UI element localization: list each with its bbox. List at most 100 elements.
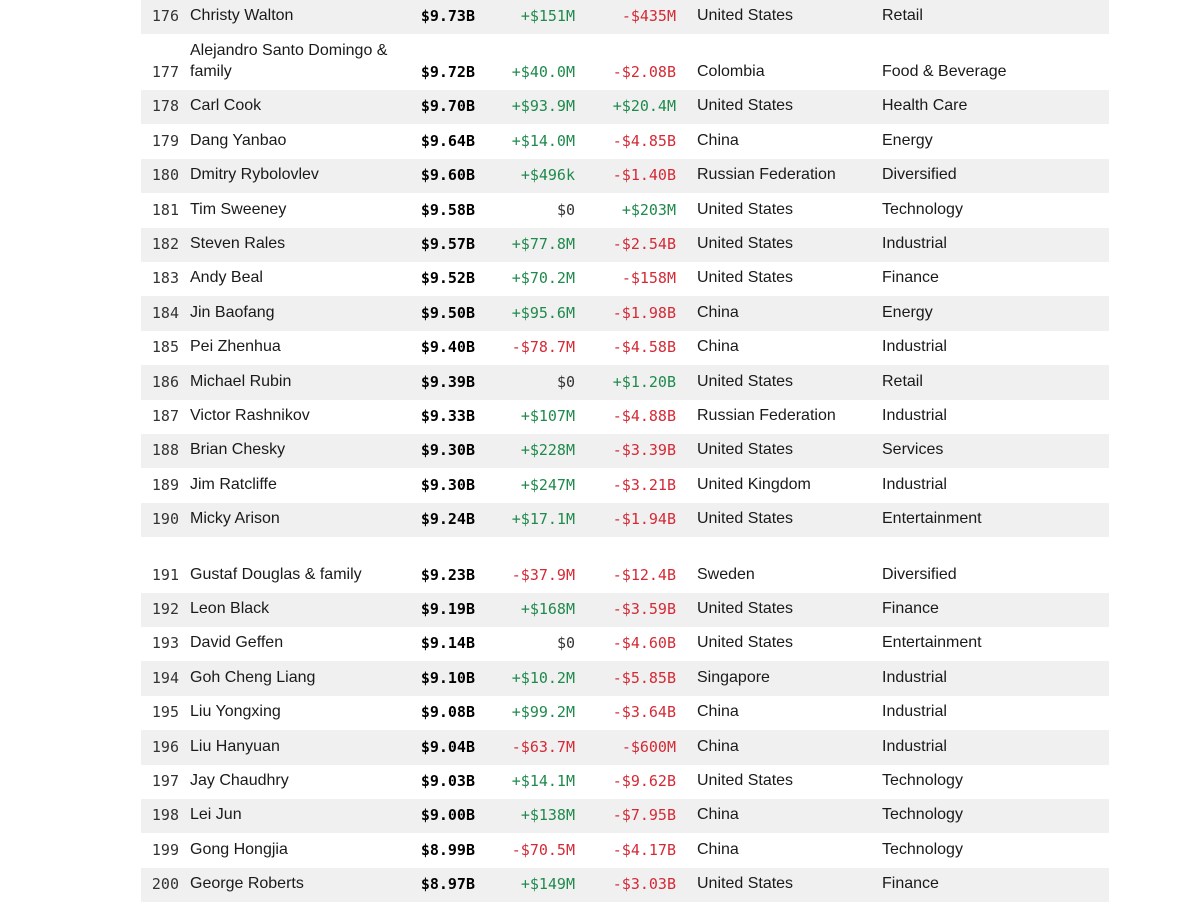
country-cell: United States (697, 510, 794, 528)
name-cell[interactable]: Jin Baofang (190, 302, 400, 323)
table-row[interactable]: 194 Goh Cheng Liang $9.10B +$10.2M -$5.8… (141, 661, 1109, 696)
rank-cell: 186 (151, 372, 179, 391)
name-cell[interactable]: Alejandro Santo Domingo & family (190, 40, 400, 82)
table-row[interactable]: 176 Christy Walton $9.73B +$151M -$435M … (141, 0, 1109, 35)
table-row[interactable]: 179 Dang Yanbao $9.64B +$14.0M -$4.85B C… (141, 124, 1109, 158)
industry-cell: Retail (882, 372, 923, 390)
table-row[interactable]: 189 Jim Ratcliffe $9.30B +$247M -$3.21B … (141, 468, 1109, 502)
industry-cell: Finance (882, 269, 939, 287)
table-row[interactable]: 192 Leon Black $9.19B +$168M -$3.59B Uni… (141, 592, 1109, 628)
last-change-cell: +$17.1M (511, 510, 575, 529)
rank-cell: 196 (151, 737, 179, 756)
name-cell[interactable]: Brian Chesky (190, 439, 400, 460)
industry-cell: Industrial (882, 406, 947, 424)
table-row[interactable]: 196 Liu Hanyuan $9.04B -$63.7M -$600M Ch… (141, 730, 1109, 765)
last-change-cell: +$93.9M (511, 97, 575, 116)
name-cell[interactable]: George Roberts (190, 873, 400, 894)
table-row[interactable]: 183 Andy Beal $9.52B +$70.2M -$158M Unit… (141, 262, 1109, 296)
name-cell[interactable]: David Geffen (190, 632, 400, 653)
name-cell[interactable]: Liu Yongxing (190, 701, 400, 722)
table-row[interactable]: 186 Michael Rubin $9.39B $0 +$1.20B Unit… (141, 365, 1109, 400)
ytd-change-cell: -$9.62B (612, 772, 676, 790)
last-change-cell: +$14.1M (511, 772, 575, 790)
industry-cell: Industrial (882, 475, 947, 493)
rank-cell: 194 (151, 668, 179, 687)
ytd-change-cell: -$2.54B (612, 234, 676, 253)
last-change-cell: +$95.6M (511, 303, 575, 322)
country-cell: Singapore (697, 668, 770, 686)
name-cell[interactable]: Tim Sweeney (190, 199, 400, 220)
country-cell: United Kingdom (697, 475, 811, 493)
name-cell[interactable]: Lei Jun (190, 804, 400, 825)
table-row[interactable]: 184 Jin Baofang $9.50B +$95.6M -$1.98B C… (141, 296, 1109, 331)
ytd-change-cell: -$4.17B (612, 840, 676, 859)
name-cell[interactable]: Andy Beal (190, 267, 400, 288)
country-cell: United States (697, 875, 794, 893)
name-cell[interactable]: Gong Hongjia (190, 839, 400, 860)
country-cell: United States (697, 7, 794, 25)
ytd-change-cell: -$3.21B (612, 475, 676, 494)
table-row[interactable]: 191 Gustaf Douglas & family $9.23B -$37.… (141, 537, 1109, 593)
name-cell[interactable]: Victor Rashnikov (190, 405, 400, 426)
table-row[interactable]: 200 George Roberts $8.97B +$149M -$3.03B… (141, 867, 1109, 902)
last-change-cell: +$496k (520, 166, 575, 185)
country-cell: China (697, 703, 739, 721)
net-worth-cell: $8.97B (420, 875, 475, 894)
net-worth-cell: $9.70B (420, 97, 475, 116)
table-row[interactable]: 178 Carl Cook $9.70B +$93.9M +$20.4M Uni… (141, 89, 1109, 125)
name-cell[interactable]: Christy Walton (190, 5, 400, 26)
last-change-cell: $0 (556, 200, 575, 219)
rank-cell: 177 (151, 62, 179, 81)
last-change-cell: +$14.0M (511, 131, 575, 150)
last-change-cell: +$247M (520, 475, 575, 494)
name-cell[interactable]: Dmitry Rybolovlev (190, 164, 400, 185)
name-cell[interactable]: Jay Chaudhry (190, 770, 400, 791)
name-cell[interactable]: Micky Arison (190, 508, 400, 529)
net-worth-cell: $9.72B (420, 62, 475, 81)
industry-cell: Technology (882, 200, 963, 218)
rank-cell: 199 (151, 840, 179, 859)
table-row[interactable]: 182 Steven Rales $9.57B +$77.8M -$2.54B … (141, 227, 1109, 262)
rank-cell: 188 (151, 441, 179, 460)
table-row[interactable]: 180 Dmitry Rybolovlev $9.60B +$496k -$1.… (141, 158, 1109, 194)
name-cell[interactable]: Pei Zhenhua (190, 336, 400, 357)
name-cell[interactable]: Steven Rales (190, 233, 400, 254)
name-cell[interactable]: Liu Hanyuan (190, 736, 400, 757)
name-cell[interactable]: Carl Cook (190, 95, 400, 116)
last-change-cell: +$168M (520, 600, 575, 619)
table-row[interactable]: 193 David Geffen $9.14B $0 -$4.60B Unite… (141, 627, 1109, 661)
billionaires-table: 176 Christy Walton $9.73B +$151M -$435M … (141, 0, 1109, 902)
last-change-cell: +$138M (520, 806, 575, 825)
industry-cell: Industrial (882, 737, 947, 755)
table-row[interactable]: 190 Micky Arison $9.24B +$17.1M -$1.94B … (141, 502, 1109, 538)
table-row[interactable]: 187 Victor Rashnikov $9.33B +$107M -$4.8… (141, 400, 1109, 434)
last-change-cell: +$77.8M (511, 234, 575, 253)
table-row[interactable]: 195 Liu Yongxing $9.08B +$99.2M -$3.64B … (141, 696, 1109, 730)
ytd-change-cell: -$1.40B (612, 166, 676, 185)
rank-cell: 176 (151, 7, 179, 26)
name-cell[interactable]: Leon Black (190, 598, 400, 619)
net-worth-cell: $9.57B (420, 234, 475, 253)
ytd-change-cell: -$600M (621, 737, 676, 756)
name-cell[interactable]: Goh Cheng Liang (190, 667, 400, 688)
table-row[interactable]: 199 Gong Hongjia $8.99B -$70.5M -$4.17B … (141, 833, 1109, 867)
name-cell[interactable]: Dang Yanbao (190, 130, 400, 151)
country-cell: China (697, 338, 739, 356)
country-cell: China (697, 737, 739, 755)
ytd-change-cell: +$203M (621, 200, 676, 219)
industry-cell: Health Care (882, 97, 968, 115)
rank-cell: 189 (151, 475, 179, 494)
name-cell[interactable]: Michael Rubin (190, 371, 400, 392)
table-row[interactable]: 181 Tim Sweeney $9.58B $0 +$203M United … (141, 193, 1109, 227)
last-change-cell: $0 (556, 634, 575, 653)
table-row[interactable]: 185 Pei Zhenhua $9.40B -$78.7M -$4.58B C… (141, 331, 1109, 365)
last-change-cell: $0 (556, 372, 575, 391)
name-cell[interactable]: Gustaf Douglas & family (190, 564, 400, 585)
table-row[interactable]: 177 Alejandro Santo Domingo & family $9.… (141, 34, 1109, 90)
rank-cell: 195 (151, 703, 179, 722)
rank-cell: 182 (151, 234, 179, 253)
table-row[interactable]: 197 Jay Chaudhry $9.03B +$14.1M -$9.62B … (141, 765, 1109, 799)
table-row[interactable]: 198 Lei Jun $9.00B +$138M -$7.95B China … (141, 799, 1109, 834)
table-row[interactable]: 188 Brian Chesky $9.30B +$228M -$3.39B U… (141, 433, 1109, 469)
name-cell[interactable]: Jim Ratcliffe (190, 474, 400, 495)
